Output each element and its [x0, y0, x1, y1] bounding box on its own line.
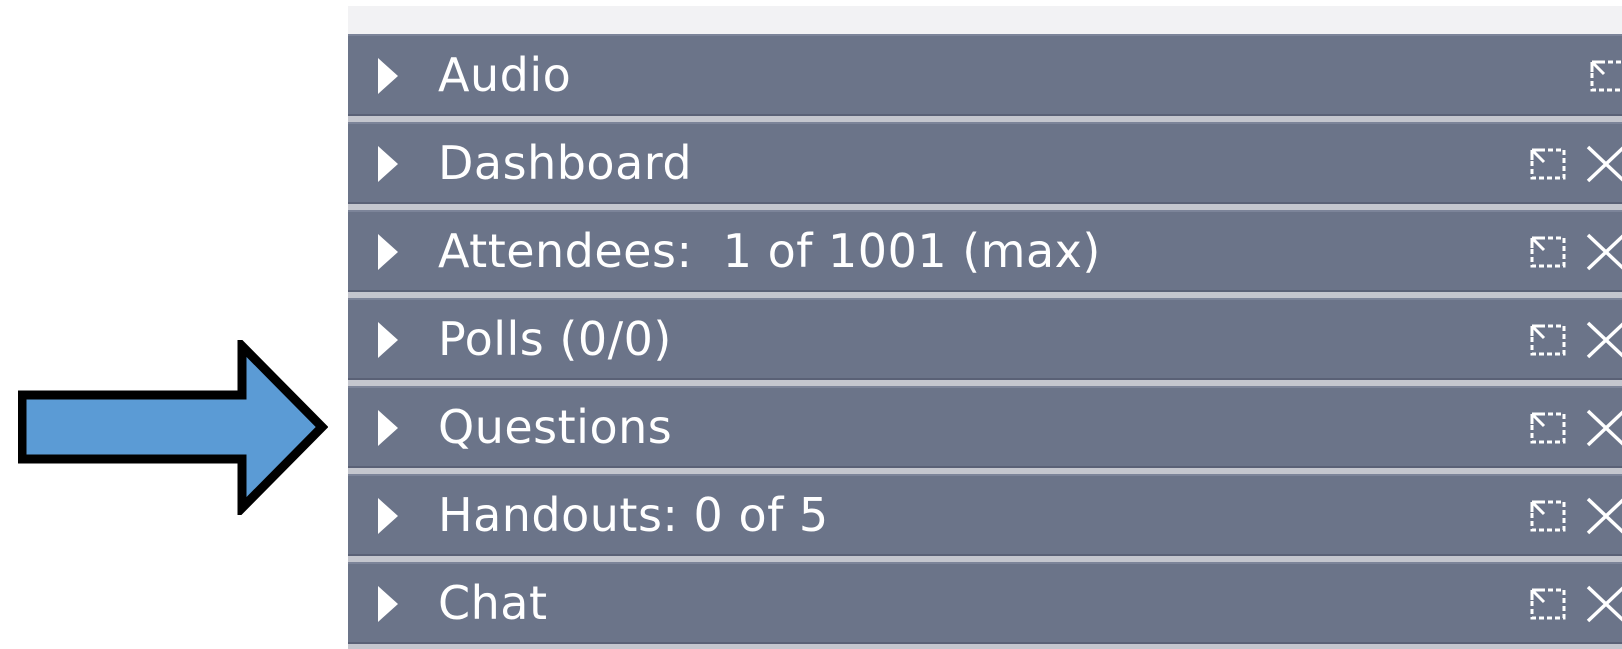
expand-triangle-icon[interactable]: [376, 232, 400, 272]
popout-icon[interactable]: [1524, 408, 1572, 448]
right-arrow-callout-icon: [18, 340, 328, 515]
panel-questions-label: Questions: [438, 400, 673, 454]
close-icon[interactable]: [1584, 143, 1622, 185]
control-panel-stack: Audio Dashboard Attendees: 1 of 1001 (ma…: [348, 34, 1622, 649]
close-icon[interactable]: [1584, 583, 1622, 625]
close-icon[interactable]: [1584, 319, 1622, 361]
expand-triangle-icon[interactable]: [376, 320, 400, 360]
panel-polls[interactable]: Polls (0/0): [348, 298, 1622, 380]
popout-icon[interactable]: [1524, 144, 1572, 184]
close-icon[interactable]: [1584, 495, 1622, 537]
expand-triangle-icon[interactable]: [376, 56, 400, 96]
close-icon[interactable]: [1584, 407, 1622, 449]
popout-icon[interactable]: [1524, 320, 1572, 360]
panel-dashboard-label: Dashboard: [438, 136, 693, 190]
panel-top-strip: [348, 6, 1622, 34]
panel-attendees-label: Attendees: 1 of 1001 (max): [438, 224, 1101, 278]
expand-triangle-icon[interactable]: [376, 584, 400, 624]
expand-triangle-icon[interactable]: [376, 496, 400, 536]
close-icon[interactable]: [1584, 231, 1622, 273]
panel-handouts-label: Handouts: 0 of 5: [438, 488, 829, 542]
popout-icon[interactable]: [1524, 584, 1572, 624]
panel-questions[interactable]: Questions: [348, 386, 1622, 468]
gotowebinar-control-panel-screenshot: Audio Dashboard Attendees: 1 of 1001 (ma…: [0, 0, 1622, 649]
popout-icon[interactable]: [1584, 56, 1622, 96]
panel-handouts[interactable]: Handouts: 0 of 5: [348, 474, 1622, 556]
panel-attendees[interactable]: Attendees: 1 of 1001 (max): [348, 210, 1622, 292]
expand-triangle-icon[interactable]: [376, 408, 400, 448]
panel-chat[interactable]: Chat: [348, 562, 1622, 644]
panel-chat-label: Chat: [438, 576, 548, 630]
expand-triangle-icon[interactable]: [376, 144, 400, 184]
popout-icon[interactable]: [1524, 232, 1572, 272]
panel-audio[interactable]: Audio: [348, 34, 1622, 116]
panel-dashboard[interactable]: Dashboard: [348, 122, 1622, 204]
panel-audio-label: Audio: [438, 48, 572, 102]
panel-polls-label: Polls (0/0): [438, 312, 672, 366]
popout-icon[interactable]: [1524, 496, 1572, 536]
